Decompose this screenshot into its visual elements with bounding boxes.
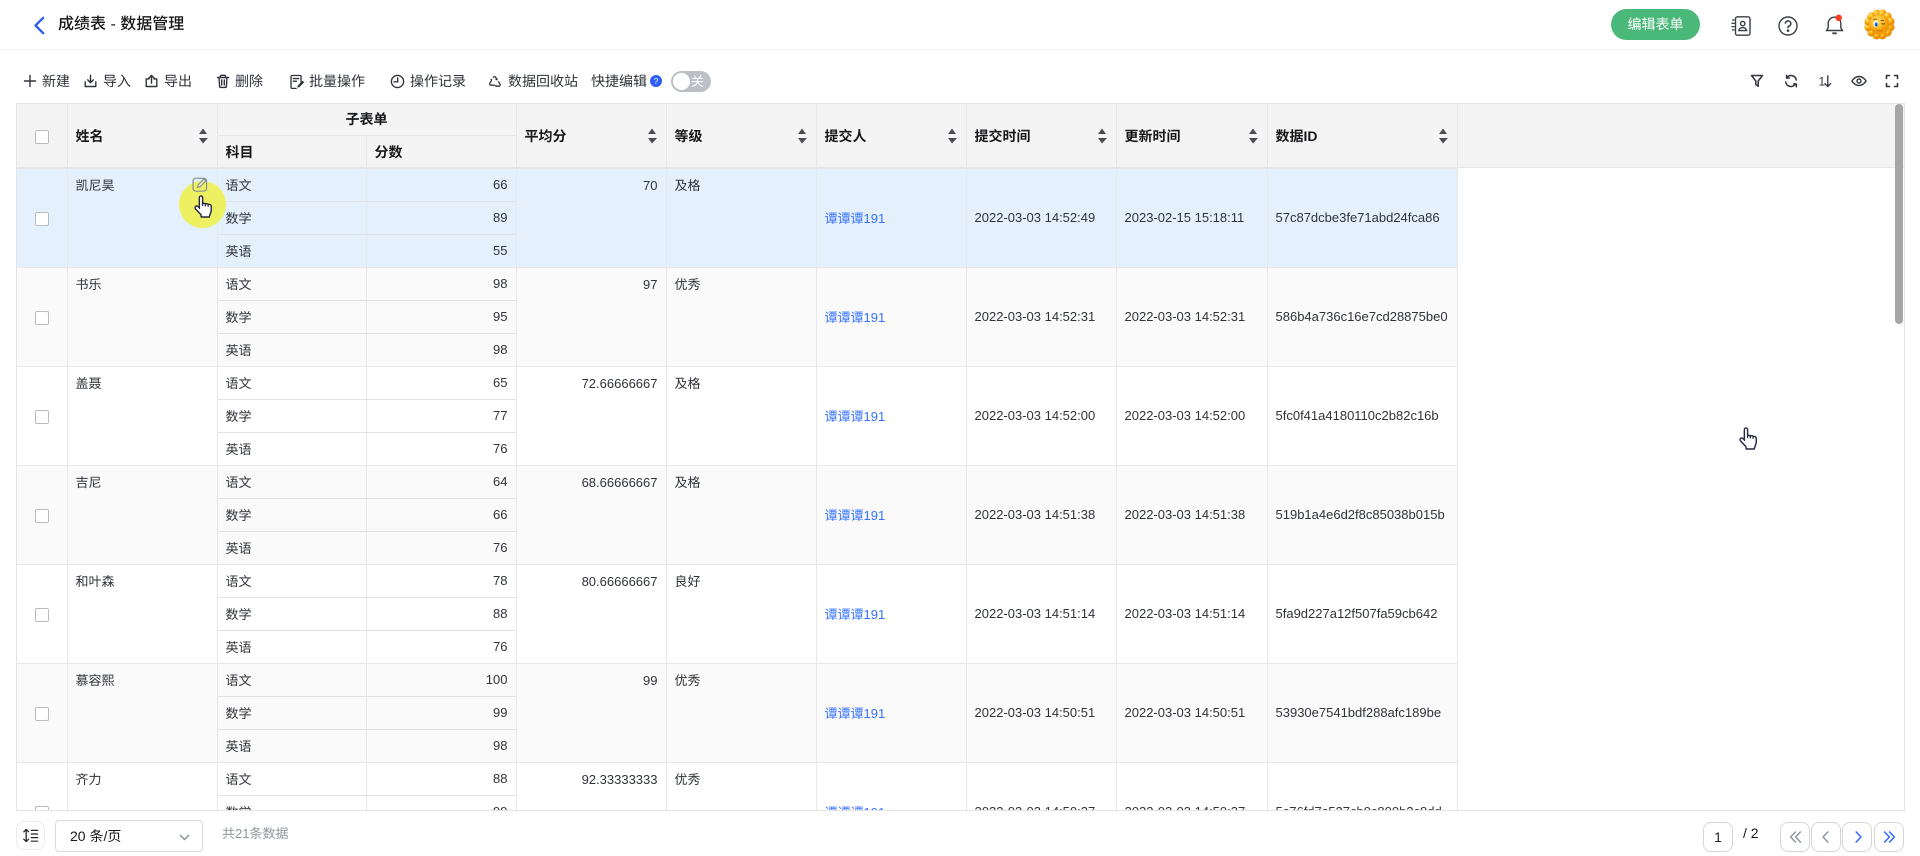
svg-text:1: 1 bbox=[1819, 75, 1826, 89]
svg-text:?: ? bbox=[654, 76, 659, 86]
